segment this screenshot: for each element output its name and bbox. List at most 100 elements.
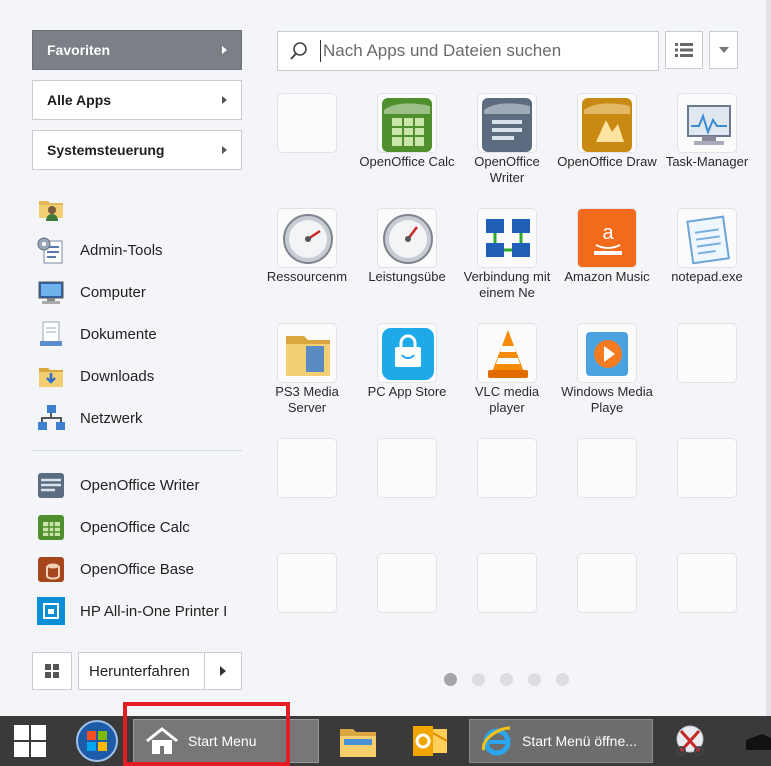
chevron-right-icon (222, 146, 227, 154)
tile-label: Amazon Music (564, 269, 650, 284)
tile-empty[interactable] (557, 438, 657, 548)
recent-openoffice-calc[interactable]: OpenOffice Calc (36, 510, 246, 544)
tile-empty[interactable] (657, 553, 757, 663)
windows-logo-icon (14, 725, 46, 757)
place-user-folder[interactable] (36, 191, 246, 225)
category-systemsteuerung[interactable]: Systemsteuerung (32, 130, 242, 170)
page-dot-3[interactable] (500, 673, 513, 686)
page-dot-4[interactable] (528, 673, 541, 686)
taskbar-snipping-tool[interactable] (665, 716, 715, 766)
tile-openoffice-writer[interactable]: OpenOffice Writer (457, 93, 557, 203)
tile-empty[interactable] (457, 438, 557, 548)
tile-task-manager[interactable]: Task-Manager (657, 93, 757, 203)
tile-openoffice-draw[interactable]: OpenOffice Draw (557, 93, 657, 203)
tile-vlc[interactable]: VLC media player (457, 323, 557, 433)
list-divider (32, 450, 242, 451)
place-network[interactable]: Netzwerk (36, 401, 246, 435)
taskbar-start-menu-button[interactable]: Start Menu (133, 719, 319, 763)
tile-empty[interactable] (257, 93, 357, 203)
page-dot-5[interactable] (556, 673, 569, 686)
recent-label: OpenOffice Calc (80, 518, 190, 536)
panel-edge (766, 0, 771, 716)
tile-resource-monitor[interactable]: Ressourcenm (257, 208, 357, 318)
shutdown-button[interactable]: Herunterfahren (78, 652, 242, 690)
vlc-icon (477, 323, 537, 383)
tile-empty[interactable] (257, 438, 357, 548)
documents-icon (36, 319, 66, 349)
openoffice-calc-icon (36, 512, 66, 542)
grid-icon (45, 664, 59, 678)
performance-icon (377, 208, 437, 268)
downloads-folder-icon (36, 361, 66, 391)
category-label: Systemsteuerung (47, 142, 165, 158)
view-options-dropdown[interactable] (709, 31, 738, 69)
ps3-media-server-icon (277, 323, 337, 383)
category-label: Alle Apps (47, 92, 112, 108)
tile-empty[interactable] (257, 553, 357, 663)
windows-start-button[interactable] (0, 716, 60, 766)
shutdown-label: Herunterfahren (89, 662, 190, 680)
taskbar-file-explorer[interactable] (333, 716, 383, 766)
tile-pc-app-store[interactable]: PC App Store (357, 323, 457, 433)
taskbar-internet-explorer[interactable]: Start Menü öffne... (469, 719, 653, 763)
category-label: Favoriten (47, 42, 111, 58)
tile-performance[interactable]: Leistungsübe (357, 208, 457, 318)
shutdown-options-arrow[interactable] (204, 653, 241, 689)
tile-placeholder (377, 438, 437, 498)
tile-label: Ressourcenm (266, 269, 348, 284)
taskbar-outlook[interactable] (405, 716, 455, 766)
computer-icon (36, 277, 66, 307)
place-admin-tools[interactable]: Admin-Tools (36, 233, 246, 267)
category-alle-apps[interactable]: Alle Apps (32, 80, 242, 120)
place-computer[interactable]: Computer (36, 275, 246, 309)
tile-windows-media-player[interactable]: Windows Media Playe (557, 323, 657, 433)
tile-notepad[interactable]: notepad.exe (657, 208, 757, 318)
tile-placeholder (677, 553, 737, 613)
tile-label: Verbindung mit einem Ne (463, 269, 551, 300)
chevron-down-icon (718, 47, 729, 53)
recent-label: HP All-in-One Printer I (80, 602, 228, 620)
tile-placeholder (677, 323, 737, 383)
search-box[interactable] (277, 31, 659, 71)
recent-openoffice-base[interactable]: OpenOffice Base (36, 552, 246, 586)
place-label: Dokumente (80, 325, 157, 343)
tile-empty[interactable] (657, 323, 757, 433)
place-label: Admin-Tools (80, 241, 163, 259)
place-downloads[interactable]: Downloads (36, 359, 246, 393)
category-favoriten[interactable]: Favoriten (32, 30, 242, 70)
page-dot-2[interactable] (472, 673, 485, 686)
tile-openoffice-calc[interactable]: OpenOffice Calc (357, 93, 457, 203)
tile-label: PS3 Media Server (275, 384, 339, 415)
recent-label: OpenOffice Base (80, 560, 194, 578)
place-documents[interactable]: Dokumente (36, 317, 246, 351)
tile-label: PC App Store (367, 384, 447, 399)
recent-hp-printer[interactable]: HP All-in-One Printer I (36, 594, 246, 628)
apps-grid-button[interactable] (32, 652, 72, 690)
tile-empty[interactable] (557, 553, 657, 663)
tile-label: VLC media player (474, 384, 540, 415)
tile-empty[interactable] (657, 438, 757, 548)
place-label: Downloads (80, 367, 155, 385)
tile-label: Task-Manager (665, 154, 749, 169)
list-view-icon (675, 43, 693, 57)
page-dot-1[interactable] (444, 673, 457, 686)
tile-placeholder (677, 438, 737, 498)
tile-empty[interactable] (357, 553, 457, 663)
windows-media-player-icon (577, 323, 637, 383)
place-label: Netzwerk (80, 409, 143, 427)
taskbar-app-partial[interactable] (740, 716, 771, 766)
tile-empty[interactable] (457, 553, 557, 663)
tile-placeholder (277, 93, 337, 153)
tile-label: OpenOffice Writer (474, 154, 540, 185)
tile-placeholder (377, 553, 437, 613)
taskbar-label: Start Menu (188, 733, 257, 749)
tile-ps3-media-server[interactable]: PS3 Media Server (257, 323, 357, 433)
tile-empty[interactable] (357, 438, 457, 548)
tile-amazon-music[interactable]: a Amazon Music (557, 208, 657, 318)
classic-start-orb[interactable] (72, 716, 122, 766)
tile-network-connect[interactable]: Verbindung mit einem Ne (457, 208, 557, 318)
list-view-button[interactable] (665, 31, 703, 69)
recent-openoffice-writer[interactable]: OpenOffice Writer (36, 468, 246, 502)
search-input[interactable] (323, 41, 643, 61)
tile-placeholder (277, 438, 337, 498)
